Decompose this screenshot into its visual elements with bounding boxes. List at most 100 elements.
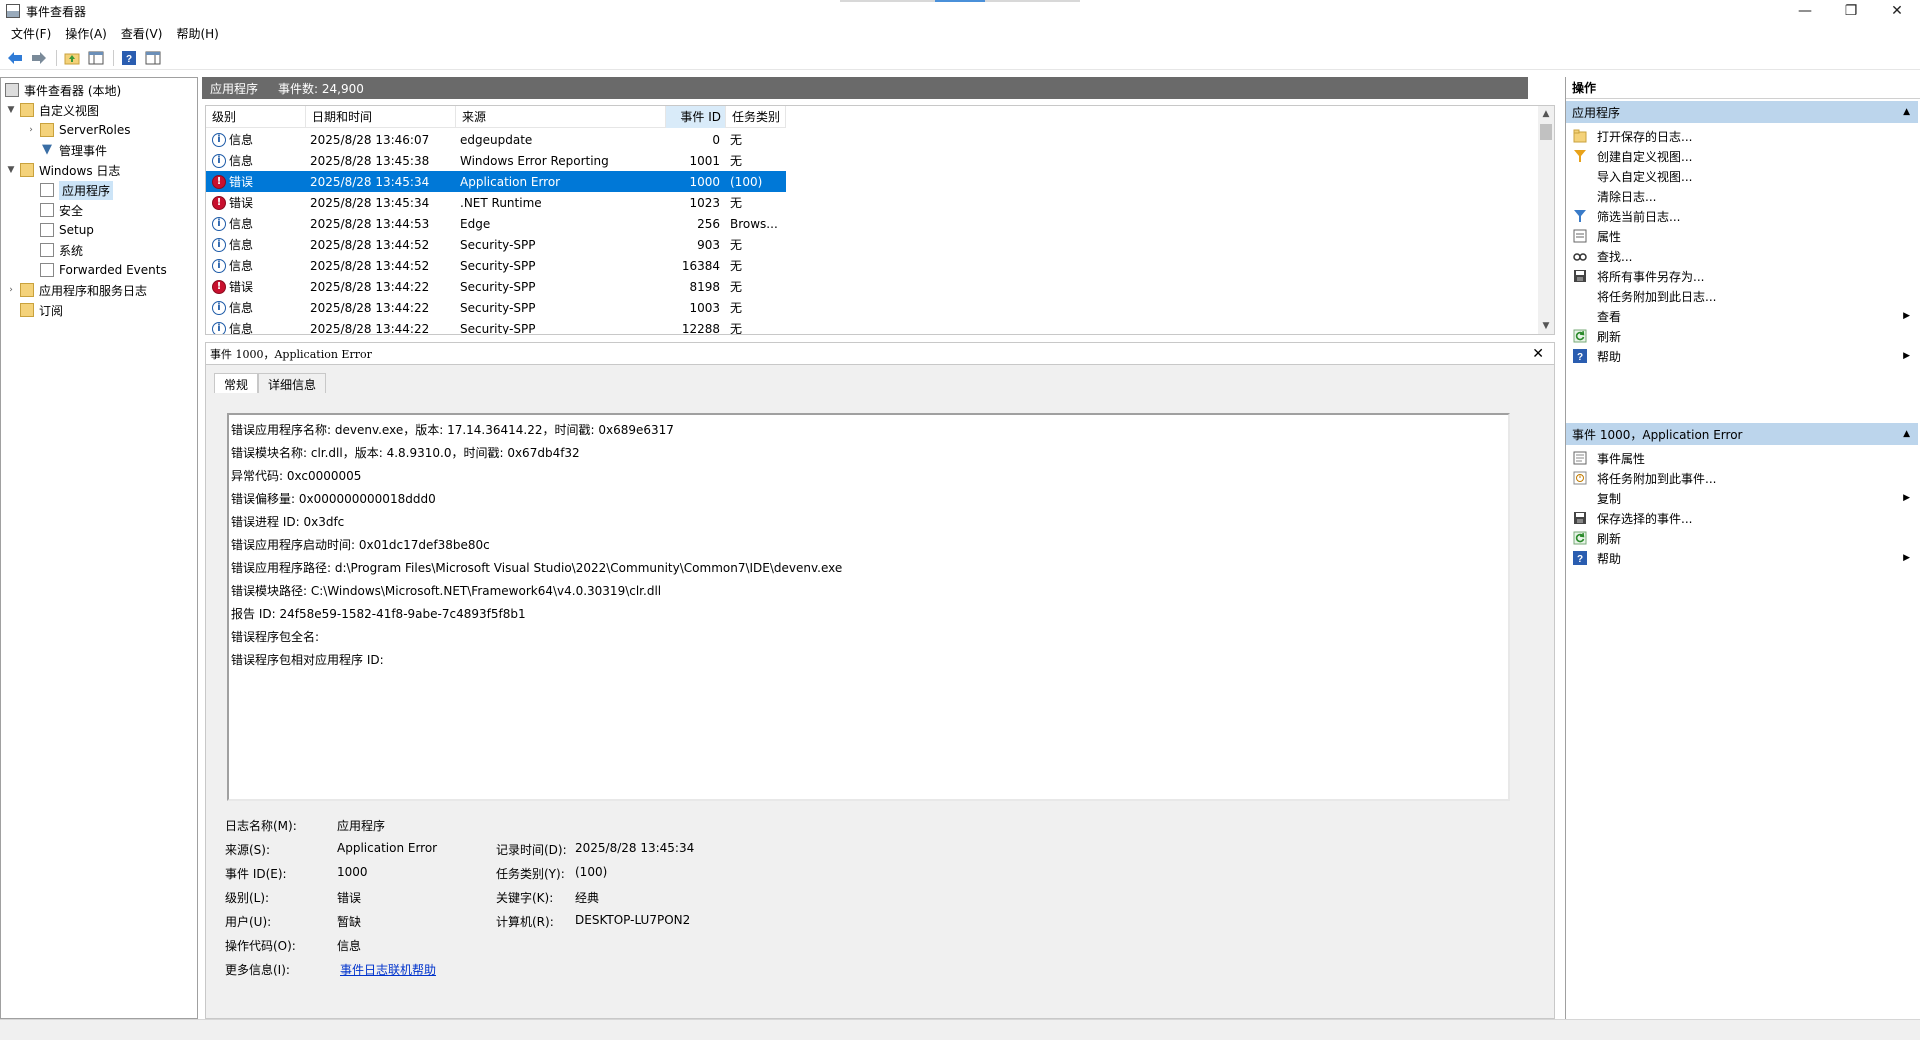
event-row[interactable]: i 信息 2025/8/28 13:44:22 Security-SPP 12288 无 <box>206 318 786 335</box>
menu-action[interactable]: 操作(A) <box>58 23 114 44</box>
column-task-category[interactable]: 任务类别 <box>726 106 786 128</box>
menu-view[interactable]: 查看(V) <box>114 23 170 44</box>
prop-label-opcode: 操作代码(O): <box>225 939 296 953</box>
tree-item-app-service-logs[interactable]: › 应用程序和服务日志 <box>5 280 147 300</box>
collapsed-chevron-icon[interactable]: › <box>25 125 37 135</box>
event-list-scrollbar[interactable]: ▲ ▼ <box>1538 106 1554 334</box>
level-text: 信息 <box>229 259 254 273</box>
expanded-chevron-icon[interactable]: ▼ <box>5 165 17 175</box>
action-item[interactable]: 创建自定义视图... <box>1566 145 1918 167</box>
event-description-box[interactable]: 错误应用程序名称: devenv.exe，版本: 17.14.36414.22，… <box>227 413 1510 801</box>
action-item[interactable]: 清除日志... <box>1566 185 1918 207</box>
collapsed-chevron-icon[interactable]: › <box>5 285 17 295</box>
tree-item-security[interactable]: 安全 <box>40 200 83 220</box>
action-item[interactable]: 打开保存的日志... <box>1566 125 1918 147</box>
event-row[interactable]: i 信息 2025/8/28 13:45:38 Windows Error Repor… <box>206 150 786 171</box>
action-item[interactable]: 将任务附加到此日志... <box>1566 285 1918 307</box>
log-header-bar: 应用程序 事件数: 24,900 <box>202 77 1528 99</box>
menu-help[interactable]: 帮助(H) <box>169 23 225 44</box>
action-item[interactable]: 刷新 <box>1566 527 1918 549</box>
event-row[interactable]: ! 错误 2025/8/28 13:45:34 .NET Runtime 1023 无 <box>206 192 786 213</box>
event-row[interactable]: i 信息 2025/8/28 13:44:52 Security-SPP 16384 无 <box>206 255 786 276</box>
tree-item-subscriptions[interactable]: 订阅 <box>20 300 63 320</box>
svg-text:?: ? <box>126 54 132 65</box>
tree-item-custom-views[interactable]: ▼ 自定义视图 <box>5 100 99 120</box>
section-label: 事件 1000，Application Error <box>1572 427 1743 442</box>
cell-level: i 信息 <box>206 150 306 171</box>
expanded-chevron-icon[interactable]: ▼ <box>5 105 17 115</box>
help-button[interactable]: ? <box>118 48 140 68</box>
column-event-id[interactable]: 事件 ID <box>666 106 726 128</box>
blank-icon <box>1572 308 1588 324</box>
event-row[interactable]: i 信息 2025/8/28 13:44:53 Edge 256 Brows... <box>206 213 786 234</box>
action-item[interactable]: 事件属性 <box>1566 447 1918 469</box>
event-log-online-help-link[interactable]: 事件日志联机帮助 <box>340 961 436 978</box>
find-icon <box>1572 248 1588 264</box>
cell-task-category: 无 <box>730 301 743 315</box>
close-window-button[interactable]: ✕ <box>1874 0 1920 22</box>
tree-label: 管理事件 <box>59 143 108 158</box>
tree-item-application[interactable]: 应用程序 <box>40 180 114 200</box>
action-item[interactable]: 筛选当前日志... <box>1566 205 1918 227</box>
action-item[interactable]: 将任务附加到此事件... <box>1566 467 1918 489</box>
focus-indicator-accent <box>935 0 985 2</box>
show-hide-tree-button[interactable] <box>85 48 107 68</box>
description-line: 错误模块路径: C:\Windows\Microsoft.NET\Framewo… <box>231 584 662 598</box>
scroll-down-arrow-icon[interactable]: ▼ <box>1538 318 1554 334</box>
tree-item-forwarded-events[interactable]: Forwarded Events <box>40 260 167 280</box>
event-row[interactable]: i 信息 2025/8/28 13:46:07 edgeupdate 0 无 <box>206 129 786 150</box>
back-button[interactable] <box>4 48 26 68</box>
folder-icon <box>20 283 34 297</box>
error-icon: ! <box>212 195 226 210</box>
cell-task-category: (100) <box>730 174 763 189</box>
action-item[interactable]: 属性 <box>1566 225 1918 247</box>
action-item[interactable]: 刷新 <box>1566 325 1918 347</box>
level-text: 信息 <box>229 217 254 231</box>
action-item[interactable]: 保存选择的事件... <box>1566 507 1918 529</box>
tab-general[interactable]: 常规 <box>214 373 259 393</box>
minimize-button[interactable]: — <box>1782 0 1828 22</box>
tree-item-admin-events[interactable]: ▼ 管理事件 <box>40 140 107 160</box>
forward-button[interactable] <box>28 48 50 68</box>
tree-item-setup[interactable]: Setup <box>40 220 94 240</box>
action-item[interactable]: 将所有事件另存为... <box>1566 265 1918 287</box>
action-label: 查找... <box>1597 249 1633 264</box>
filter-icon <box>1572 208 1588 224</box>
tree-item-server-roles[interactable]: › ServerRoles <box>25 120 130 140</box>
prop-value-event-id: 1000 <box>337 865 368 879</box>
actions-section-application[interactable]: 应用程序 ▲ <box>1566 101 1918 123</box>
collapse-caret-icon[interactable]: ▲ <box>1903 107 1910 117</box>
event-row[interactable]: ! 错误 2025/8/28 13:45:34 Application Error 10… <box>206 171 786 192</box>
action-item[interactable]: ? 帮助 ▶ <box>1566 345 1918 367</box>
action-item[interactable]: 复制 ▶ <box>1566 487 1918 509</box>
action-item[interactable]: ? 帮助 ▶ <box>1566 547 1918 569</box>
tree-item-windows-logs[interactable]: ▼ Windows 日志 <box>5 160 120 180</box>
filter-icon: ▼ <box>42 142 52 157</box>
column-source[interactable]: 来源 <box>456 106 666 128</box>
cell-level: i 信息 <box>206 213 306 234</box>
cell-level: i 信息 <box>206 297 306 318</box>
event-row[interactable]: ! 错误 2025/8/28 13:44:22 Security-SPP 8198 无 <box>206 276 786 297</box>
show-hide-action-pane-button[interactable] <box>142 48 164 68</box>
column-level[interactable]: 级别 <box>206 106 306 128</box>
column-datetime[interactable]: 日期和时间 <box>306 106 456 128</box>
forward-arrow-icon <box>32 51 46 64</box>
menu-file[interactable]: 文件(F) <box>4 23 58 44</box>
up-folder-button[interactable] <box>61 48 83 68</box>
scroll-up-arrow-icon[interactable]: ▲ <box>1538 106 1554 122</box>
restore-button[interactable]: ❐ <box>1828 0 1874 22</box>
scroll-thumb[interactable] <box>1540 124 1552 140</box>
tree-item-root[interactable]: 事件查看器 (本地) <box>5 80 121 100</box>
action-item[interactable]: 查找... <box>1566 245 1918 267</box>
collapse-caret-icon[interactable]: ▲ <box>1903 429 1910 439</box>
action-item[interactable]: 查看 ▶ <box>1566 305 1918 327</box>
event-row[interactable]: i 信息 2025/8/28 13:44:22 Security-SPP 1003 无 <box>206 297 786 318</box>
tab-details[interactable]: 详细信息 <box>258 373 327 393</box>
close-detail-icon[interactable]: ✕ <box>1532 346 1544 362</box>
actions-section-event[interactable]: 事件 1000，Application Error ▲ <box>1566 423 1918 445</box>
level-text: 信息 <box>229 322 254 335</box>
cell-source: Application Error <box>460 174 561 189</box>
tree-item-system[interactable]: 系统 <box>40 240 83 260</box>
action-item[interactable]: 导入自定义视图... <box>1566 165 1918 187</box>
event-row[interactable]: i 信息 2025/8/28 13:44:52 Security-SPP 903 无 <box>206 234 786 255</box>
